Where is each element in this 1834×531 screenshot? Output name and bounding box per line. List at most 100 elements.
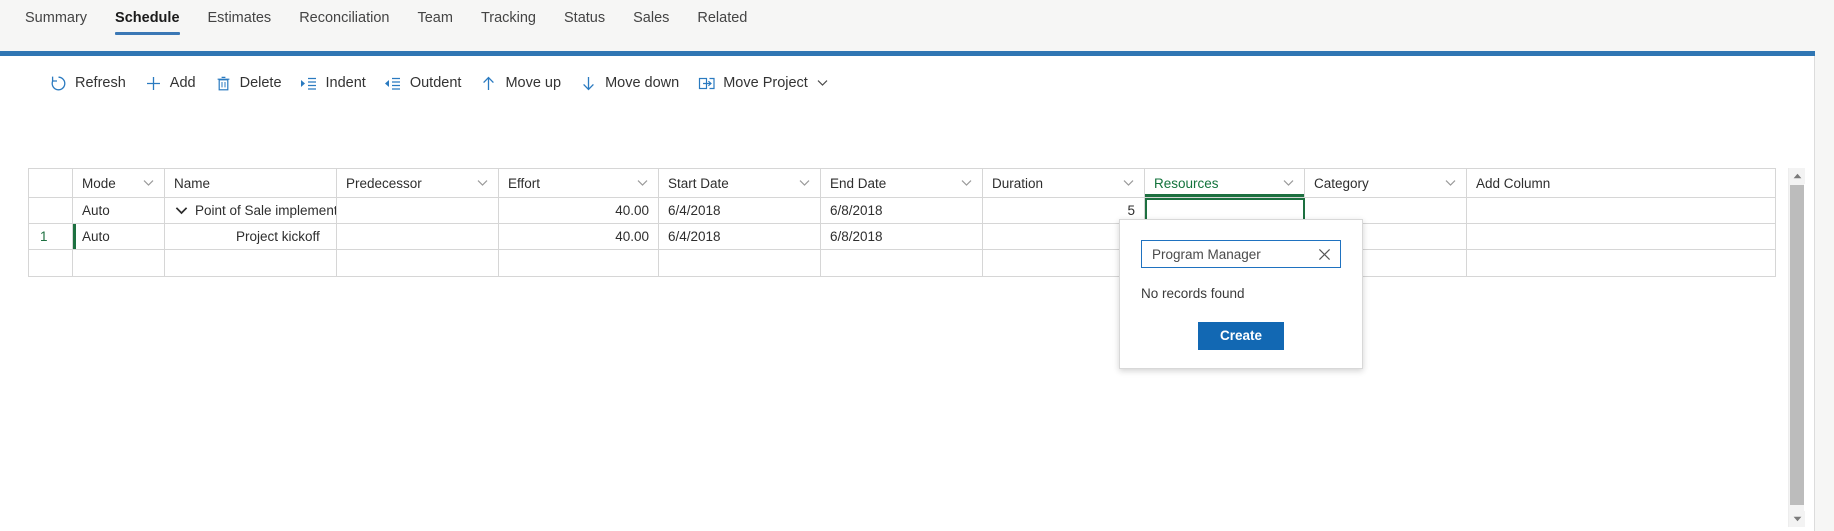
outdent-button[interactable]: Outdent (375, 68, 471, 98)
column-header-name[interactable]: Name (165, 169, 337, 197)
tab-related[interactable]: Related (683, 0, 761, 27)
lookup-search-box[interactable] (1141, 240, 1341, 268)
tab-label: Sales (633, 10, 670, 26)
refresh-label: Refresh (75, 75, 126, 91)
chevron-down-icon[interactable] (797, 176, 811, 190)
lookup-actions: Create (1141, 322, 1341, 350)
delete-button[interactable]: Delete (205, 68, 291, 98)
cell-value: Auto (82, 203, 110, 218)
column-header-label: Start Date (668, 175, 729, 191)
move-project-label: Move Project (723, 75, 808, 91)
column-header-category[interactable]: Category (1305, 169, 1467, 197)
column-header-end-date[interactable]: End Date (821, 169, 983, 197)
grid-vertical-scrollbar[interactable] (1788, 168, 1805, 527)
plus-icon (144, 74, 163, 93)
table-row[interactable]: 1 Auto Project kickoff 40.00 6/4/2018 6/… (29, 224, 1775, 250)
cell-start-date[interactable]: 6/4/2018 (659, 224, 821, 249)
add-label: Add (169, 75, 196, 91)
close-icon[interactable] (1317, 247, 1332, 262)
cell-rownum[interactable]: 1 (29, 224, 73, 249)
table-row[interactable] (29, 250, 1775, 276)
move-down-button[interactable]: Move down (570, 68, 688, 98)
column-header-resources[interactable]: Resources (1145, 169, 1305, 197)
cell-end-date[interactable]: 6/8/2018 (821, 198, 983, 223)
expand-collapse-chevron-icon[interactable] (174, 204, 188, 218)
column-header-effort[interactable]: Effort (499, 169, 659, 197)
cell-predecessor[interactable] (337, 250, 499, 276)
tab-team[interactable]: Team (403, 0, 466, 27)
lookup-empty-message: No records found (1141, 286, 1245, 301)
add-button[interactable]: Add (135, 68, 205, 98)
tab-summary[interactable]: Summary (11, 0, 101, 27)
cell-mode[interactable] (73, 250, 165, 276)
arrow-down-icon (579, 74, 598, 93)
column-header-duration[interactable]: Duration (983, 169, 1145, 197)
scroll-up-button[interactable] (1789, 168, 1805, 184)
tab-schedule[interactable]: Schedule (101, 0, 193, 35)
chevron-down-icon[interactable] (1443, 176, 1457, 190)
cell-rownum[interactable] (29, 198, 73, 223)
cell-name[interactable]: Point of Sale implementati (165, 198, 337, 223)
cell-start-date[interactable] (659, 250, 821, 276)
column-header-mode[interactable]: Mode (73, 169, 165, 197)
tab-label: Related (697, 10, 748, 26)
chevron-down-icon[interactable] (816, 76, 830, 90)
scroll-down-button[interactable] (1789, 511, 1805, 527)
chevron-down-icon[interactable] (1281, 176, 1295, 190)
cell-start-date[interactable]: 6/4/2018 (659, 198, 821, 223)
column-header-label: End Date (830, 175, 887, 191)
cell-value: 6/4/2018 (668, 229, 721, 244)
active-column-underline (1145, 194, 1304, 197)
column-header-label: Mode (82, 175, 116, 191)
cell-name[interactable] (165, 250, 337, 276)
move-project-button[interactable]: Move Project (688, 68, 839, 98)
cell-predecessor[interactable] (337, 224, 499, 249)
tab-sales[interactable]: Sales (619, 0, 683, 27)
tab-reconciliation[interactable]: Reconciliation (285, 0, 403, 27)
move-down-label: Move down (605, 75, 680, 91)
chevron-down-icon[interactable] (635, 176, 649, 190)
cell-add-column[interactable] (1467, 198, 1615, 223)
column-header-add-column[interactable]: Add Column (1467, 169, 1615, 197)
schedule-panel: Refresh Add Delete Indent Outdent Move u… (0, 56, 1815, 531)
tab-estimates[interactable]: Estimates (194, 0, 286, 27)
column-header-label: Add Column (1476, 175, 1551, 191)
cell-mode[interactable]: Auto (73, 224, 165, 249)
cell-end-date[interactable] (821, 250, 983, 276)
cell-rownum[interactable] (29, 250, 73, 276)
column-header-label: Duration (992, 175, 1044, 191)
scrollbar-thumb[interactable] (1790, 185, 1804, 505)
indent-button[interactable]: Indent (291, 68, 375, 98)
tab-label: Schedule (115, 10, 180, 26)
cell-end-date[interactable]: 6/8/2018 (821, 224, 983, 249)
chevron-down-icon[interactable] (141, 176, 155, 190)
create-button[interactable]: Create (1197, 322, 1285, 350)
cell-mode[interactable]: Auto (73, 198, 165, 223)
table-row[interactable]: Auto Point of Sale implementati 40.00 6/… (29, 198, 1775, 224)
cell-effort[interactable] (499, 250, 659, 276)
chevron-down-icon[interactable] (475, 176, 489, 190)
column-header-rownum[interactable] (29, 169, 73, 197)
cell-effort[interactable]: 40.00 (499, 198, 659, 223)
tab-strip: Summary Schedule Estimates Reconciliatio… (0, 0, 1834, 38)
indent-label: Indent (325, 75, 366, 91)
column-header-predecessor[interactable]: Predecessor (337, 169, 499, 197)
chevron-down-icon[interactable] (959, 176, 973, 190)
cell-add-column[interactable] (1467, 224, 1615, 249)
grid-toolbar: Refresh Add Delete Indent Outdent Move u… (40, 66, 839, 100)
tab-label: Status (564, 10, 606, 26)
tab-tracking[interactable]: Tracking (467, 0, 550, 27)
refresh-button[interactable]: Refresh (40, 68, 135, 98)
column-header-label: Category (1314, 175, 1369, 191)
cell-add-column[interactable] (1467, 250, 1615, 276)
column-header-start-date[interactable]: Start Date (659, 169, 821, 197)
cell-predecessor[interactable] (337, 198, 499, 223)
lookup-search-input[interactable] (1152, 246, 1311, 262)
tab-status[interactable]: Status (550, 0, 619, 27)
schedule-grid: Mode Name Predecessor Effort Start Date … (28, 168, 1776, 277)
move-up-button[interactable]: Move up (470, 68, 570, 98)
cell-name[interactable]: Project kickoff (165, 224, 337, 249)
outdent-icon (384, 74, 403, 93)
chevron-down-icon[interactable] (1121, 176, 1135, 190)
cell-effort[interactable]: 40.00 (499, 224, 659, 249)
